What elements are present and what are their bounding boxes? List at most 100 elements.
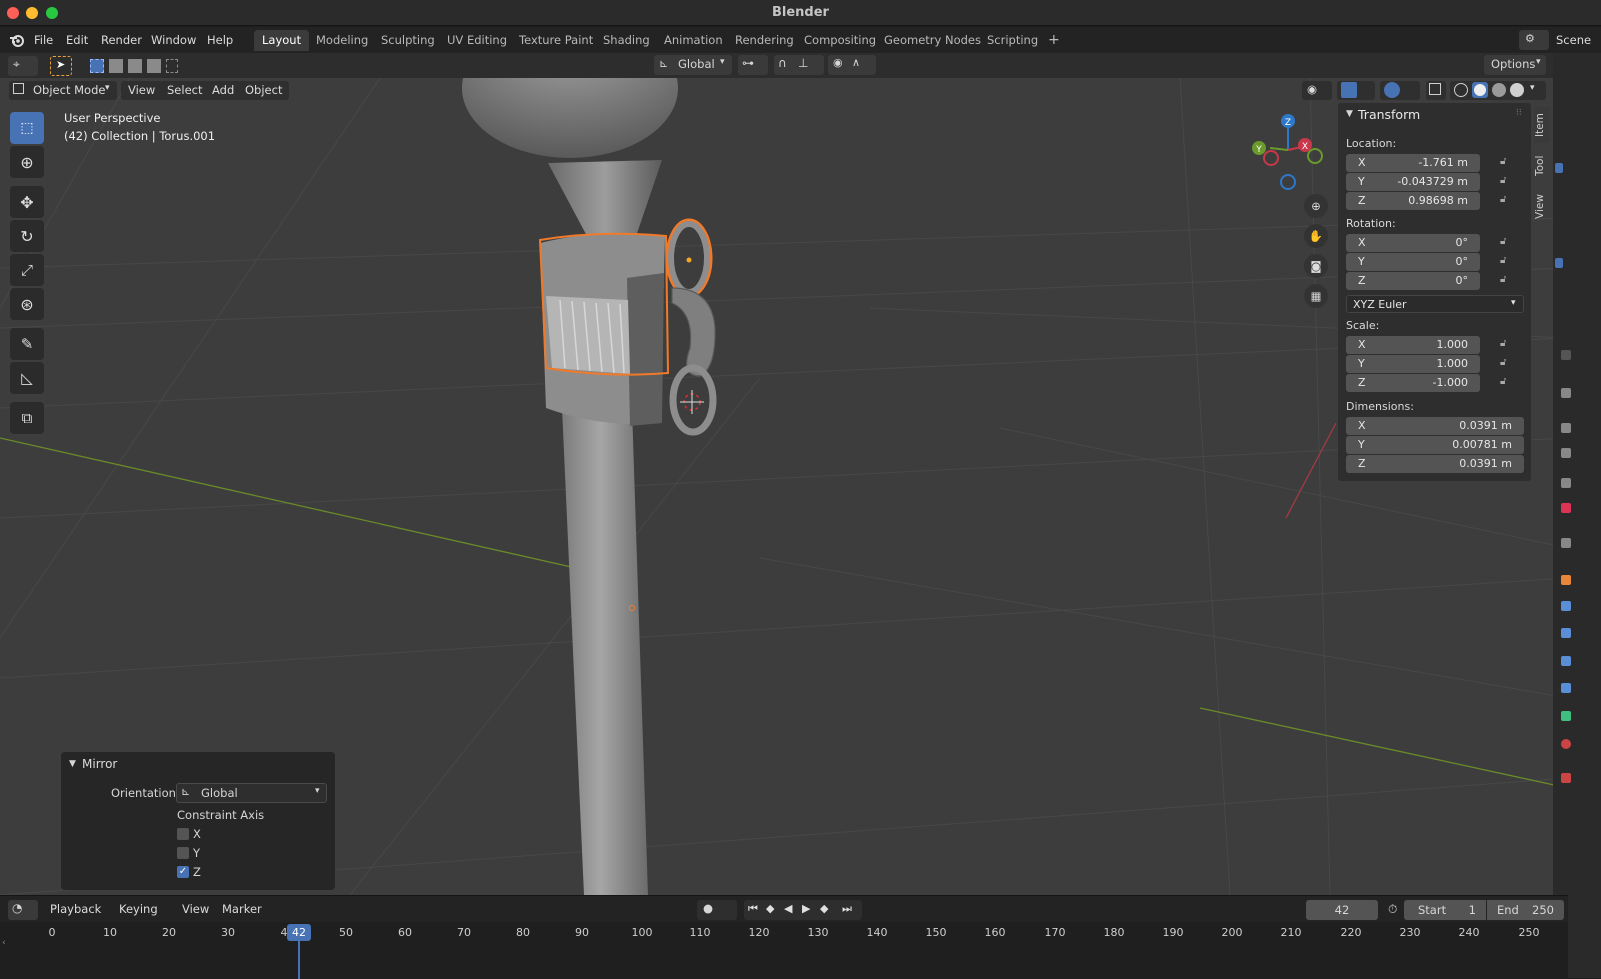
particles-properties-icon[interactable] (1561, 628, 1571, 638)
scene-properties-icon[interactable] (1561, 478, 1571, 488)
editor-type-button[interactable]: ⌖ (8, 56, 38, 76)
playhead-indicator[interactable]: 42 (287, 924, 311, 941)
object-mode-dropdown[interactable]: Object Mode ▾ (9, 81, 117, 100)
stopwatch-icon[interactable]: ⏱ (1388, 902, 1397, 917)
menu-window[interactable]: Window (151, 33, 196, 47)
select-box-tool[interactable]: ⬚ (10, 112, 44, 144)
play-reverse-icon[interactable]: ◀ (784, 902, 792, 915)
xray-toggle[interactable] (1426, 81, 1446, 100)
rotation-y-field[interactable]: Y 0° (1346, 253, 1480, 271)
timeline-menu-playback[interactable]: Playback (50, 902, 101, 916)
tab-modeling[interactable]: Modeling (308, 30, 376, 51)
texture-properties-icon[interactable] (1561, 773, 1571, 783)
render-properties-icon[interactable] (1561, 388, 1571, 398)
scale-y-field[interactable]: Y 1.000 (1346, 355, 1480, 373)
tab-tool[interactable]: Tool (1534, 149, 1550, 183)
gizmo-toggle[interactable] (1337, 81, 1375, 100)
cursor-tool[interactable]: ⊕ (10, 146, 44, 178)
timeline-menu-keying[interactable]: Keying (119, 902, 158, 916)
pivot-point-dropdown[interactable]: ⊶ (738, 55, 768, 75)
rotation-mode-dropdown[interactable]: XYZ Euler ▾ (1346, 295, 1524, 313)
timeline-scrubber-area[interactable] (0, 922, 1568, 979)
menu-edit[interactable]: Edit (66, 33, 88, 47)
world-properties-icon[interactable] (1561, 503, 1571, 513)
overlays-toggle[interactable] (1380, 81, 1420, 100)
physics-properties-icon[interactable] (1561, 656, 1571, 666)
dimensions-y-field[interactable]: Y 0.00781 m (1346, 436, 1524, 454)
navigation-gizmo[interactable]: Z X Y (1250, 112, 1330, 192)
location-z-field[interactable]: Z 0.98698 m (1346, 192, 1480, 210)
tab-scripting[interactable]: Scripting (979, 30, 1046, 51)
tab-item[interactable]: Item (1534, 107, 1550, 143)
pole-object[interactable] (562, 408, 648, 895)
add-workspace-icon[interactable]: + (1048, 32, 1060, 48)
tool-properties-icon[interactable] (1561, 350, 1571, 360)
property-tab-highlight[interactable] (1555, 258, 1563, 268)
tab-view[interactable]: View (1534, 189, 1550, 225)
tab-texture-paint[interactable]: Texture Paint (511, 30, 601, 51)
select-intersect-icon[interactable] (166, 59, 178, 73)
location-y-field[interactable]: Y -0.043729 m (1346, 173, 1480, 191)
camera-view-icon[interactable]: ◙ (1304, 254, 1328, 278)
collapse-triangle-icon[interactable]: ▼ (1346, 109, 1353, 119)
perspective-grid-icon[interactable]: ▦ (1304, 284, 1328, 308)
select-new-icon[interactable] (90, 59, 104, 73)
tab-sculpting[interactable]: Sculpting (373, 30, 443, 51)
3d-cursor-icon[interactable] (680, 390, 704, 414)
constraint-x-checkbox[interactable]: X (177, 827, 237, 843)
scroll-left-icon[interactable]: ‹ (2, 938, 6, 948)
dimensions-z-field[interactable]: Z 0.0391 m (1346, 455, 1524, 473)
blender-logo-icon[interactable] (9, 32, 25, 48)
drag-handle-icon[interactable]: ⁝⁝ (1516, 108, 1522, 118)
transform-header[interactable]: Transform (1358, 107, 1420, 122)
gizmo-neg-y-icon[interactable] (1307, 148, 1323, 164)
transform-tool[interactable]: ⊛ (10, 288, 44, 320)
lock-icon[interactable]: 🔓︎ (1500, 376, 1514, 388)
next-keyframe-icon[interactable]: ◆ (820, 902, 828, 915)
property-tab-highlight[interactable] (1555, 163, 1563, 173)
vp-menu-view[interactable]: View (121, 81, 163, 100)
scale-z-field[interactable]: Z -1.000 (1346, 374, 1480, 392)
mirror-panel-title[interactable]: Mirror (82, 757, 117, 771)
constraint-y-checkbox[interactable]: Y (177, 846, 237, 862)
menu-render[interactable]: Render (101, 33, 142, 47)
tab-animation[interactable]: Animation (656, 30, 731, 51)
dimensions-x-field[interactable]: X 0.0391 m (1346, 417, 1524, 435)
vp-menu-add[interactable]: Add (205, 81, 242, 100)
menu-file[interactable]: File (34, 33, 53, 47)
orientation-dropdown[interactable]: ⊾ Global ▾ (176, 783, 327, 803)
lock-icon[interactable]: 🔓︎ (1500, 156, 1514, 168)
tab-uv-editing[interactable]: UV Editing (439, 30, 515, 51)
select-invert-icon[interactable] (147, 59, 161, 73)
lock-icon[interactable]: 🔓︎ (1500, 357, 1514, 369)
constraints-properties-icon[interactable] (1561, 683, 1571, 693)
hook-object[interactable] (665, 218, 717, 436)
material-properties-icon[interactable] (1561, 739, 1571, 749)
material-shading-icon[interactable] (1492, 83, 1506, 97)
gizmo-neg-x-icon[interactable] (1263, 150, 1279, 166)
zoom-icon[interactable]: ⊕ (1304, 194, 1328, 218)
proportional-editing-group[interactable]: ◉ ∧ (828, 55, 876, 75)
transform-orientation-dropdown[interactable]: ⊾ Global ▾ (654, 55, 732, 75)
measure-tool[interactable]: ◺ (10, 362, 44, 394)
select-box-tool-button[interactable]: ➤ (50, 56, 72, 76)
jump-end-icon[interactable]: ⏭ (842, 902, 852, 916)
pan-hand-icon[interactable]: ✋ (1304, 224, 1328, 248)
rotation-x-field[interactable]: X 0° (1346, 234, 1480, 252)
object-properties-icon[interactable] (1561, 575, 1571, 585)
data-properties-icon[interactable] (1561, 711, 1571, 721)
lock-icon[interactable]: 🔓︎ (1500, 255, 1514, 267)
play-icon[interactable]: ▶ (802, 902, 810, 915)
constraint-z-checkbox[interactable]: ✓ Z (177, 865, 237, 881)
vp-menu-select[interactable]: Select (160, 81, 210, 100)
rotate-tool[interactable]: ↻ (10, 220, 44, 252)
tab-compositing[interactable]: Compositing (796, 30, 884, 51)
snapping-group[interactable]: ∩ ⊥ (774, 55, 824, 75)
scene-selector-button[interactable]: ⚙ (1519, 30, 1549, 50)
timeline-menu-view[interactable]: View (182, 902, 209, 916)
prev-keyframe-icon[interactable]: ◆ (766, 902, 774, 915)
auto-keying-toggle[interactable]: ● (697, 900, 737, 920)
jump-start-icon[interactable]: ⏮ (748, 902, 758, 916)
lock-icon[interactable]: 🔓︎ (1500, 236, 1514, 248)
start-frame-field[interactable]: Start 1 (1404, 900, 1486, 920)
